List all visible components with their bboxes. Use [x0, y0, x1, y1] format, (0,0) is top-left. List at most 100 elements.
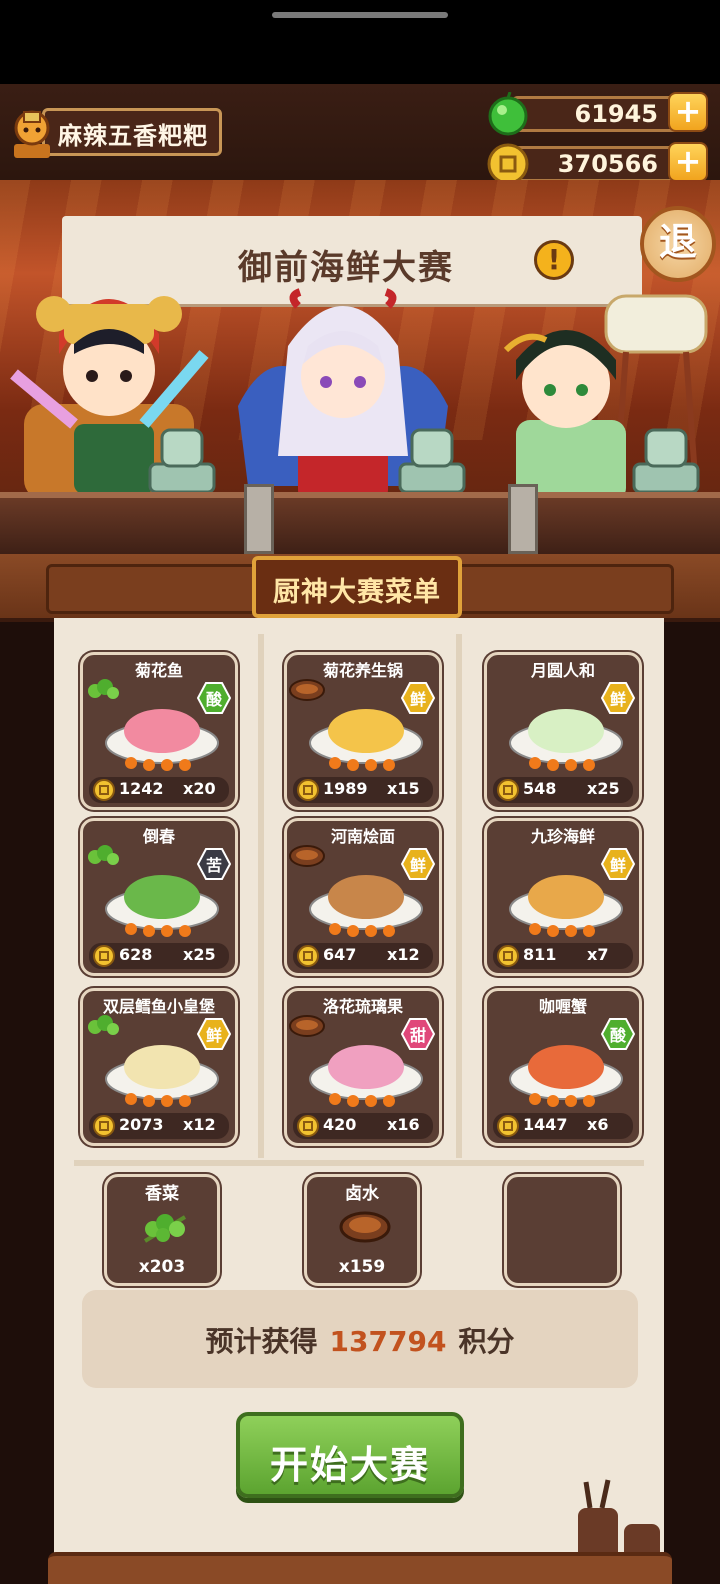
coriander-icon	[143, 1214, 187, 1243]
flavor-badge: 酸	[600, 1017, 636, 1051]
dish-price: 548	[523, 779, 557, 798]
dish-quantity: x6	[587, 1115, 609, 1134]
cooking-pedestal-right	[632, 428, 700, 494]
player-tag[interactable]: 麻辣五香粑粑	[6, 104, 222, 160]
brine-bowl-icon	[339, 1211, 391, 1243]
dish-price: 1242	[119, 779, 164, 798]
cooking-pedestal-center	[398, 428, 466, 494]
exit-button[interactable]: 退	[640, 206, 716, 282]
menu-title: 厨神大赛菜单	[273, 577, 441, 608]
dish-name: 咖喱蟹	[538, 997, 587, 1016]
status-bar	[0, 0, 720, 84]
row-divider	[74, 1160, 644, 1166]
dish-price: 811	[523, 945, 557, 964]
dish-card[interactable]: 九珍海鲜鲜 811 x7	[484, 818, 642, 976]
gold-coin-icon	[93, 1115, 115, 1137]
estimated-points-panel: 预计获得 137794 积分	[82, 1290, 638, 1388]
dish-footer: 548 x25	[493, 777, 633, 803]
dish-quantity: x12	[183, 1115, 216, 1134]
dish-footer: 628 x25	[89, 943, 229, 969]
flavor-label: 鲜	[609, 856, 626, 875]
estimate-prefix: 预计获得	[205, 1325, 318, 1358]
dish-footer: 1242 x20	[89, 777, 229, 803]
flavor-label: 酸	[609, 1026, 626, 1045]
flavor-label: 酸	[205, 690, 222, 709]
flavor-badge: 酸	[196, 681, 232, 715]
flavor-label: 苦	[205, 856, 222, 875]
jade-gem-icon	[488, 92, 528, 136]
column-divider	[456, 634, 462, 1158]
dish-quantity: x20	[183, 779, 216, 798]
dish-footer: 1989 x15	[293, 777, 433, 803]
ingredient-slot-brine[interactable]: 卤水 x159	[304, 1174, 420, 1286]
ingredient-qty: x203	[138, 1257, 186, 1277]
right-side-panel	[664, 622, 720, 1584]
contest-title: 御前海鲜大赛	[238, 248, 454, 288]
dish-price: 647	[323, 945, 357, 964]
add-coins-button[interactable]: +	[668, 142, 708, 182]
gold-coin-icon	[497, 779, 519, 801]
dish-price: 420	[323, 1115, 357, 1134]
dish-card[interactable]: 河南烩面鲜 647 x12	[284, 818, 442, 976]
bottom-wood-strip	[48, 1552, 672, 1584]
add-jade-button[interactable]: +	[668, 92, 708, 132]
dish-quantity: x25	[587, 779, 620, 798]
start-contest-label: 开始大赛	[269, 1443, 430, 1487]
ingredient-slot-coriander[interactable]: 香菜 x203	[104, 1174, 220, 1286]
dish-price: 1447	[523, 1115, 568, 1134]
flavor-badge: 甜	[400, 1017, 436, 1051]
gold-coin-icon	[297, 1115, 319, 1137]
column-divider	[258, 634, 264, 1158]
dish-price: 1989	[323, 779, 368, 798]
gold-coin-icon	[93, 945, 115, 967]
estimate-suffix: 积分	[458, 1325, 515, 1358]
dish-name: 月圆人和	[530, 661, 595, 680]
coin-value: 370566	[557, 150, 658, 178]
dish-price: 2073	[119, 1115, 164, 1134]
flavor-label: 鲜	[409, 856, 426, 875]
flavor-label: 鲜	[609, 690, 626, 709]
dish-card[interactable]: 咖喱蟹酸 1447 x6	[484, 988, 642, 1146]
dish-card[interactable]: 双层鳕鱼小皇堡鲜 2073 x12	[80, 988, 238, 1146]
menu-title-plate: 厨神大赛菜单	[252, 556, 462, 618]
dish-card[interactable]: 洛花琉璃果甜 420 x16	[284, 988, 442, 1146]
gold-coin-icon	[497, 1115, 519, 1137]
dish-footer: 647 x12	[293, 943, 433, 969]
cooking-pedestal-left	[148, 428, 216, 494]
ingredient-qty: x159	[338, 1257, 386, 1277]
ingredient-slot-empty[interactable]	[504, 1174, 620, 1286]
flavor-label: 鲜	[205, 1026, 222, 1045]
dish-card[interactable]: 菊花鱼酸 1242 x20	[80, 652, 238, 810]
dish-footer: 2073 x12	[89, 1113, 229, 1139]
dish-quantity: x12	[387, 945, 420, 964]
flavor-label: 鲜	[409, 690, 426, 709]
gold-coin-icon	[93, 779, 115, 801]
jade-counter: 61945 +	[486, 92, 708, 136]
dish-card[interactable]: 菊花养生锅鲜 1989 x15	[284, 652, 442, 810]
railing-post	[244, 484, 274, 554]
start-contest-button[interactable]: 开始大赛	[236, 1412, 464, 1498]
dish-card[interactable]: 月圆人和鲜 548 x25	[484, 652, 642, 810]
dish-name: 九珍海鲜	[530, 827, 595, 846]
gold-coin-icon	[297, 779, 319, 801]
dish-footer: 420 x16	[293, 1113, 433, 1139]
dish-quantity: x15	[387, 779, 420, 798]
flavor-label: 甜	[409, 1026, 426, 1045]
ingredient-name: 卤水	[345, 1184, 379, 1204]
stage-railing	[0, 492, 720, 554]
dish-footer: 1447 x6	[493, 1113, 633, 1139]
left-side-panel	[0, 622, 54, 1584]
jade-value: 61945	[574, 100, 659, 128]
dish-card[interactable]: 倒春苦 628 x25	[80, 818, 238, 976]
dish-quantity: x7	[587, 945, 609, 964]
estimated-points-row: 预计获得 137794 积分	[82, 1320, 638, 1360]
estimate-points: 137794	[329, 1325, 447, 1358]
flavor-badge: 鲜	[400, 681, 436, 715]
dish-quantity: x25	[183, 945, 216, 964]
dish-price: 628	[119, 945, 153, 964]
player-name: 麻辣五香粑粑	[58, 122, 208, 150]
dish-footer: 811 x7	[493, 943, 633, 969]
player-avatar-icon	[14, 110, 50, 158]
contest-info-icon[interactable]: !	[534, 240, 574, 280]
railing-post	[508, 484, 538, 554]
